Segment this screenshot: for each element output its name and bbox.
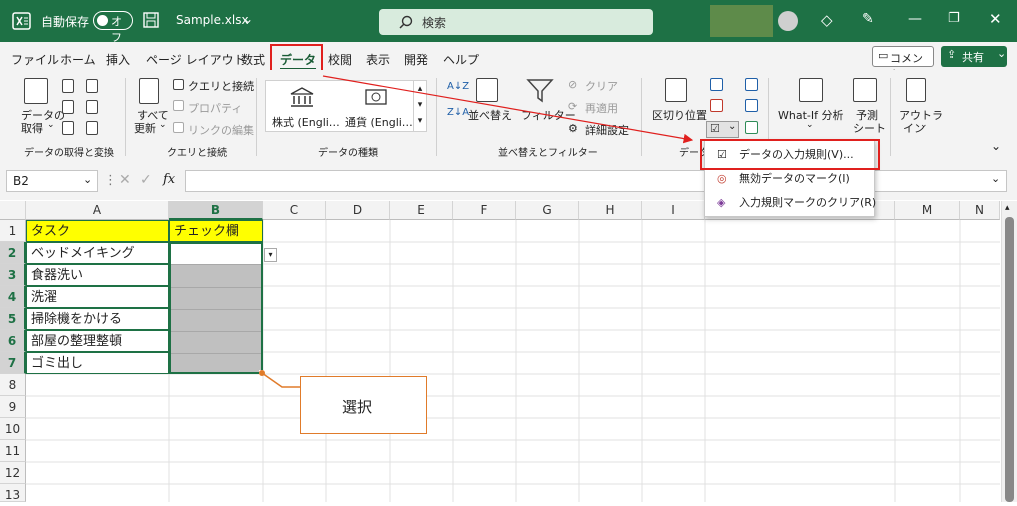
red-arrow <box>322 75 694 144</box>
annotation-overlay <box>259 75 694 388</box>
callout-box: 選択 <box>300 376 427 434</box>
callout-anchor-dot <box>259 370 265 376</box>
callout-text: 選択 <box>342 398 373 416</box>
callout-leader-line <box>261 372 300 388</box>
